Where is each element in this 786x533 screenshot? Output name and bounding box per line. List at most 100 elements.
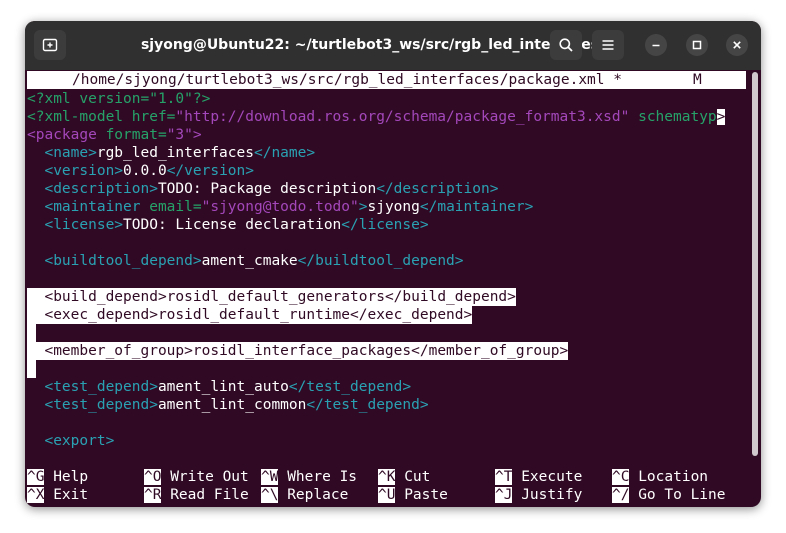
code-token: email= bbox=[149, 199, 202, 215]
code-token: <?xml-model href= bbox=[27, 109, 176, 125]
shortcut-label: Location bbox=[629, 469, 709, 485]
code-line: <member_of_group>rosidl_interface_packag… bbox=[27, 342, 569, 360]
shortcut-label: Cut bbox=[395, 469, 431, 485]
new-tab-icon bbox=[42, 38, 58, 52]
shortcut-item[interactable]: ^\ Replace bbox=[261, 486, 348, 504]
code-token: <buildtool_depend> bbox=[27, 253, 202, 269]
code-token: <test_depend> bbox=[27, 379, 158, 395]
shortcut-item[interactable]: ^T Execute bbox=[495, 468, 582, 486]
shortcut-label: Where Is bbox=[278, 469, 358, 485]
code-token: rosidl_default_generators bbox=[166, 289, 385, 305]
shortcut-label: Write Out bbox=[161, 469, 249, 485]
hamburger-menu-icon bbox=[602, 40, 614, 50]
shortcut-item[interactable]: ^O Write Out bbox=[144, 468, 249, 486]
scrollbar[interactable] bbox=[752, 72, 758, 456]
new-tab-button[interactable] bbox=[34, 30, 66, 60]
shortcut-key: ^J bbox=[495, 487, 513, 503]
shortcut-key: ^\ bbox=[261, 487, 279, 503]
code-token: <?xml version="1.0"?> bbox=[27, 91, 211, 107]
shortcut-item[interactable]: ^G Help bbox=[27, 468, 88, 486]
shortcut-item[interactable]: ^X Exit bbox=[27, 486, 88, 504]
code-token: rgb_led_interfaces bbox=[96, 145, 254, 161]
maximize-button[interactable] bbox=[686, 34, 708, 56]
code-token: > bbox=[192, 127, 202, 143]
code-token: ament_lint_common bbox=[157, 397, 307, 413]
code-token: rosidl_default_runtime bbox=[157, 307, 351, 323]
shortcut-label: Read File bbox=[161, 487, 249, 503]
terminal-content[interactable]: /home/sjyong/turtlebot3_ws/src/rgb_led_i… bbox=[25, 70, 761, 507]
code-token: "sjyong@todo.todo" bbox=[201, 199, 359, 215]
code-token: "3" bbox=[166, 127, 193, 143]
text-cursor bbox=[27, 360, 36, 378]
shortcut-label: Replace bbox=[278, 487, 349, 503]
search-button[interactable] bbox=[550, 30, 582, 60]
close-icon bbox=[733, 41, 741, 49]
code-token: <name> bbox=[27, 145, 97, 161]
shortcut-item[interactable]: ^R Read File bbox=[144, 486, 249, 504]
code-token: sjyong bbox=[367, 199, 420, 215]
shortcut-item[interactable]: ^C Location bbox=[612, 468, 708, 486]
code-token: </exec_depend> bbox=[350, 307, 473, 323]
code-token: 0.0.0 bbox=[123, 163, 167, 179]
code-token: <description> bbox=[27, 181, 158, 197]
shortcut-key: ^K bbox=[378, 469, 396, 485]
code-line: <maintainer email="sjyong@todo.todo">sjy… bbox=[27, 198, 533, 216]
code-token: ament_cmake bbox=[201, 253, 298, 269]
shortcut-label: Exit bbox=[44, 487, 89, 503]
search-icon bbox=[559, 38, 573, 52]
code-token: <package bbox=[27, 127, 106, 143]
shortcut-key: ^C bbox=[612, 469, 630, 485]
code-line: <name>rgb_led_interfaces</name> bbox=[27, 144, 315, 162]
shortcut-key: ^U bbox=[378, 487, 396, 503]
code-line: <export> bbox=[27, 432, 114, 450]
code-token: ament_lint_auto bbox=[157, 379, 289, 395]
code-line: <description>TODO: Package description</… bbox=[27, 180, 498, 198]
shortcut-item[interactable]: ^U Paste bbox=[378, 486, 448, 504]
menu-button[interactable] bbox=[592, 30, 624, 60]
code-token: rosidl_interface_packages bbox=[192, 343, 412, 359]
code-token: <member_of_group> bbox=[27, 343, 193, 359]
code-token: "http://download.ros.org/schema/package_… bbox=[175, 109, 630, 125]
shortcut-key: ^W bbox=[261, 469, 279, 485]
code-token: TODO: Package description bbox=[157, 181, 377, 197]
code-line: <?xml-model href="http://download.ros.or… bbox=[27, 108, 726, 126]
code-line bbox=[27, 324, 36, 342]
shortcut-key: ^R bbox=[144, 487, 162, 503]
shortcut-key: ^O bbox=[144, 469, 162, 485]
code-token: </maintainer> bbox=[419, 199, 534, 215]
shortcut-item[interactable]: ^J Justify bbox=[495, 486, 582, 504]
code-token: </name> bbox=[253, 145, 316, 161]
title-bar: sjyong@Ubuntu22: ~/turtlebot3_ws/src/rgb… bbox=[25, 21, 761, 70]
shortcut-item[interactable]: ^W Where Is bbox=[261, 468, 357, 486]
line-overflow-marker: > bbox=[716, 109, 726, 125]
code-token: <license> bbox=[27, 217, 124, 233]
minimize-button[interactable] bbox=[645, 34, 667, 56]
minimize-icon bbox=[652, 44, 660, 47]
code-token: </version> bbox=[166, 163, 254, 179]
code-token: </buildtool_depend> bbox=[297, 253, 464, 269]
code-token: </test_depend> bbox=[306, 397, 429, 413]
code-token: format= bbox=[105, 127, 167, 143]
shortcut-key: ^T bbox=[495, 469, 513, 485]
code-line: <version>0.0.0</version> bbox=[27, 162, 254, 180]
terminal-window: sjyong@Ubuntu22: ~/turtlebot3_ws/src/rgb… bbox=[25, 21, 761, 507]
shortcut-key: ^G bbox=[27, 469, 45, 485]
shortcut-label: Go To Line bbox=[629, 487, 726, 503]
shortcut-label: Paste bbox=[395, 487, 448, 503]
code-token: </test_depend> bbox=[288, 379, 412, 395]
code-token: <maintainer bbox=[27, 199, 150, 215]
shortcut-label: Justify bbox=[512, 487, 583, 503]
code-token: TODO: License declaration bbox=[123, 217, 342, 233]
shortcut-item[interactable]: ^/ Go To Line bbox=[612, 486, 726, 504]
code-token: </member_of_group> bbox=[411, 343, 569, 359]
code-token: </license> bbox=[341, 217, 429, 233]
code-line: <buildtool_depend>ament_cmake</buildtool… bbox=[27, 252, 464, 270]
shortcut-item[interactable]: ^K Cut bbox=[378, 468, 430, 486]
code-token: </description> bbox=[376, 181, 499, 197]
code-line: <package format="3"> bbox=[27, 126, 202, 144]
shortcut-label: Execute bbox=[512, 469, 583, 485]
code-token: <test_depend> bbox=[27, 397, 158, 413]
code-token: <export> bbox=[27, 433, 115, 449]
code-line: <exec_depend>rosidl_default_runtime</exe… bbox=[27, 306, 473, 324]
close-button[interactable] bbox=[726, 34, 748, 56]
